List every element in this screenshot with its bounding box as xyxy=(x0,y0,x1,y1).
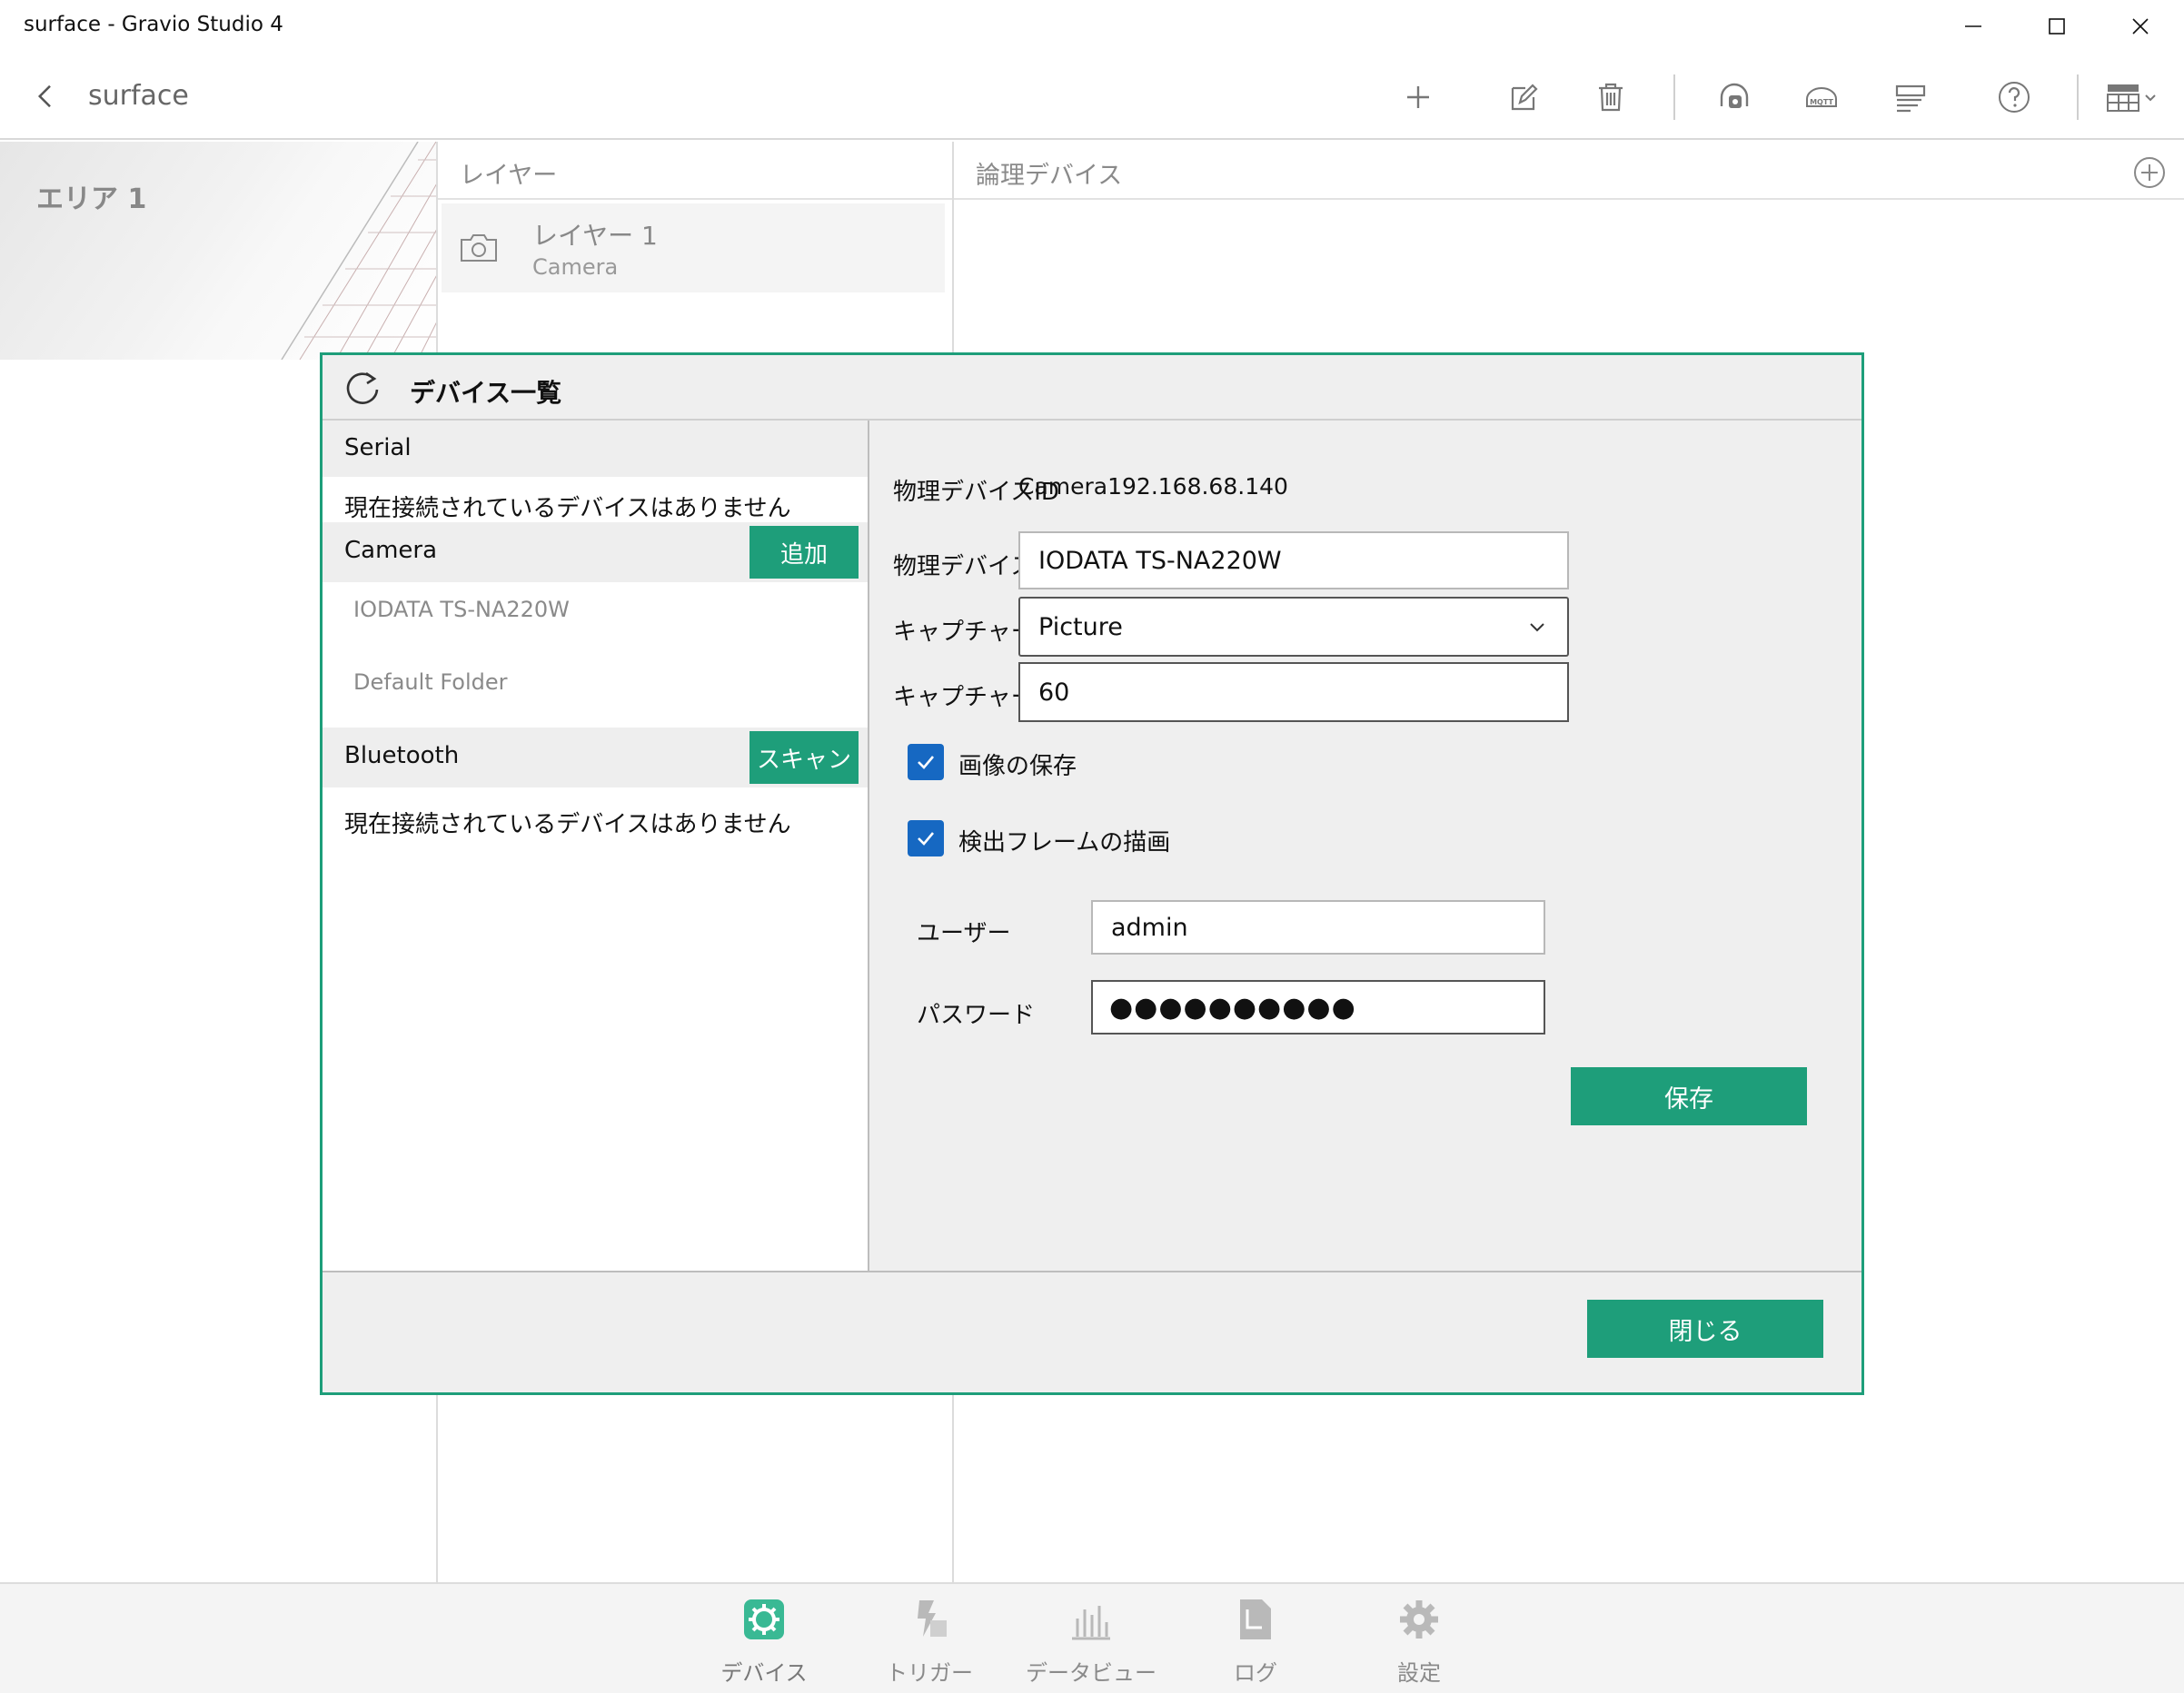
layout-icon xyxy=(2107,84,2156,112)
checkmark-icon xyxy=(918,756,934,769)
nav-label: データビューア xyxy=(1026,1660,1157,1693)
toolbar-divider xyxy=(1673,74,1675,120)
mqtt-button[interactable]: MQTT xyxy=(1797,73,1846,122)
category-bluetooth: Bluetooth スキャン xyxy=(323,728,868,787)
device-name-input[interactable]: IODATA TS-NA220W xyxy=(1018,531,1569,589)
nav-log[interactable]: ログ xyxy=(1183,1597,1328,1688)
back-button[interactable] xyxy=(27,78,64,114)
help-icon xyxy=(1999,82,2030,113)
layer-column-header: レイヤー xyxy=(438,142,952,200)
checkmark-icon xyxy=(918,832,934,846)
nav-data-viewer[interactable]: データビューア xyxy=(1018,1597,1164,1693)
category-serial: Serial xyxy=(323,421,868,477)
logical-device-header-label: 論理デバイス xyxy=(976,162,1123,190)
save-image-label: 画像の保存 xyxy=(958,753,1077,780)
area-panel: エリア 1 xyxy=(0,142,438,360)
user-input[interactable]: admin xyxy=(1091,900,1545,955)
camera-icon xyxy=(461,234,497,262)
device-gear-icon xyxy=(744,1599,784,1639)
capture-interval-input[interactable]: 60 xyxy=(1018,662,1569,722)
device-detail-form: 物理デバイスID Camera192.168.68.140 物理デバイス名 IO… xyxy=(871,421,1861,1271)
capture-format-select[interactable]: Picture xyxy=(1018,597,1569,657)
breadcrumb: surface xyxy=(88,80,189,112)
device-id-value: Camera192.168.68.140 xyxy=(1018,473,1288,500)
minimize-button[interactable] xyxy=(1931,0,2015,53)
maximize-icon xyxy=(2049,18,2065,35)
edit-button[interactable] xyxy=(1499,73,1548,122)
camera-capture-button[interactable] xyxy=(1710,73,1759,122)
list-icon xyxy=(1895,84,1926,113)
close-window-button[interactable] xyxy=(2099,0,2182,53)
draw-frame-checkbox[interactable] xyxy=(908,820,944,856)
serial-empty-message: 現在接続されているデバイスはありません xyxy=(344,495,791,522)
save-button[interactable]: 保存 xyxy=(1571,1067,1807,1125)
add-icon xyxy=(1407,86,1429,108)
password-input[interactable]: ●●●●●●●●●● xyxy=(1091,980,1545,1035)
dialog-title: デバイス一覧 xyxy=(410,378,562,408)
maximize-button[interactable] xyxy=(2015,0,2099,53)
chevron-left-icon xyxy=(37,84,51,108)
window-title: surface - Gravio Studio 4 xyxy=(24,13,283,36)
bluetooth-scan-button[interactable]: スキャン xyxy=(750,731,859,784)
delete-icon xyxy=(1599,83,1623,112)
device-category-list: Serial 現在接続されているデバイスはありません Camera 追加 IOD… xyxy=(323,421,869,1271)
edit-icon xyxy=(1511,84,1538,111)
category-title: Serial xyxy=(344,434,412,461)
title-bar: surface - Gravio Studio 4 xyxy=(0,0,2184,53)
category-title: Camera xyxy=(344,537,438,564)
layer-name: レイヤー 1 xyxy=(532,221,658,251)
app-window: surface - Gravio Studio 4 surface MQTT エ… xyxy=(0,0,2184,1693)
dialog-footer: 閉じる xyxy=(323,1271,1861,1392)
layer-header-label: レイヤー xyxy=(460,162,558,190)
capture-format-value: Picture xyxy=(1038,612,1123,641)
add-button[interactable] xyxy=(1394,73,1443,122)
camera-device-item[interactable]: IODATA TS-NA220W xyxy=(353,597,570,622)
log-document-icon xyxy=(1240,1599,1271,1639)
refresh-icon[interactable] xyxy=(342,368,382,408)
nav-settings[interactable]: 設定 xyxy=(1346,1597,1492,1688)
category-title: Bluetooth xyxy=(344,742,460,769)
nav-label: デバイス xyxy=(720,1660,808,1686)
delete-button[interactable] xyxy=(1586,73,1635,122)
device-list-dialog: デバイス一覧 Serial 現在接続されているデバイスはありません Camera… xyxy=(320,352,1864,1395)
area-label[interactable]: エリア 1 xyxy=(36,176,146,216)
help-button[interactable] xyxy=(1990,73,2039,122)
category-camera: Camera 追加 xyxy=(323,522,868,582)
logical-device-column-header: 論理デバイス xyxy=(954,142,2184,200)
bar-chart-icon xyxy=(1072,1606,1110,1640)
area-map-illustration xyxy=(281,142,438,360)
nav-label: トリガー xyxy=(886,1660,973,1686)
bottom-navigation: デバイス トリガー データビューア ログ 設定 xyxy=(0,1582,2184,1693)
user-label: ユーザー xyxy=(917,920,1011,947)
app-header: surface MQTT xyxy=(0,53,2184,140)
mqtt-icon: MQTT xyxy=(1806,87,1837,107)
save-image-checkbox[interactable] xyxy=(908,744,944,780)
layer-list-item[interactable]: レイヤー 1 Camera xyxy=(442,203,945,292)
camera-add-button[interactable]: 追加 xyxy=(750,526,859,579)
list-button[interactable] xyxy=(1886,73,1935,122)
dialog-header: デバイス一覧 xyxy=(323,355,1861,421)
trigger-icon xyxy=(918,1600,947,1637)
draw-frame-label: 検出フレームの描画 xyxy=(958,829,1171,856)
close-dialog-button[interactable]: 閉じる xyxy=(1587,1300,1823,1358)
nav-device[interactable]: デバイス xyxy=(691,1597,837,1688)
nav-label: 設定 xyxy=(1397,1660,1441,1686)
svg-text:MQTT: MQTT xyxy=(1810,98,1833,106)
layout-menu-button[interactable] xyxy=(2093,73,2169,122)
camera-device-item[interactable]: Default Folder xyxy=(353,669,508,695)
chevron-down-icon xyxy=(1530,623,1544,632)
nav-trigger[interactable]: トリガー xyxy=(857,1597,1002,1688)
minimize-icon xyxy=(1965,25,1981,27)
bluetooth-empty-message: 現在接続されているデバイスはありません xyxy=(344,811,791,838)
settings-gear-icon xyxy=(1400,1600,1438,1639)
close-icon xyxy=(2132,18,2149,35)
camera-capture-icon xyxy=(1720,83,1749,108)
toolbar-divider xyxy=(2077,74,2079,120)
nav-label: ログ xyxy=(1234,1660,1277,1686)
layer-type: Camera xyxy=(532,254,619,280)
add-logical-device-icon[interactable] xyxy=(2131,154,2168,191)
password-label: パスワード xyxy=(917,1002,1036,1029)
